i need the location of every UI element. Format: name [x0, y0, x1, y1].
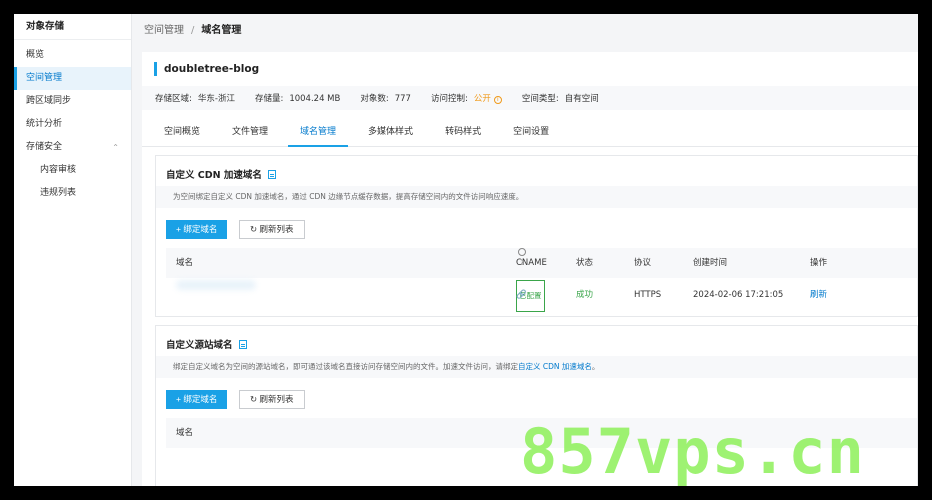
cdn-section-description: 为空间绑定自定义 CDN 加速域名，通过 CDN 边缘节点缓存数据，提高存储空间…	[156, 186, 917, 208]
breadcrumb-parent[interactable]: 空间管理	[144, 25, 184, 36]
bucket-info-bar: 存储区域: 华东-浙江 存储量: 1004.24 MB 对象数: 777 访问控制: 公…	[142, 86, 918, 110]
col-domain: 域名	[176, 258, 194, 268]
created-value: 2024-02-06 17:21:05	[693, 290, 784, 300]
breadcrumb-separator: /	[191, 25, 195, 36]
protocol-value: HTTPS	[634, 290, 662, 300]
col-status: 状态	[576, 258, 594, 268]
link-icon[interactable]: 🔗	[516, 280, 527, 310]
bind-cdn-domain-button[interactable]: + 绑定域名	[166, 220, 228, 239]
refresh-origin-list-button[interactable]: ↻ 刷新列表	[239, 390, 305, 409]
info-count: 对象数: 777	[360, 94, 411, 104]
sidebar-item-overview[interactable]: 概览	[14, 44, 131, 67]
tab-media-styles[interactable]: 多媒体样式	[356, 119, 425, 147]
tab-domain-management[interactable]: 域名管理	[288, 119, 349, 147]
sidebar-item-cross-region-sync[interactable]: 跨区域同步	[14, 90, 131, 113]
origin-section-title: 自定义源站域名	[166, 337, 247, 351]
refresh-icon: ↻	[250, 394, 258, 404]
origin-section-description: 绑定自定义域名为空间的源站域名，即可通过该域名直接访问存储空间内的文件。加速文件…	[156, 356, 917, 378]
sidebar-item-storage-security[interactable]: 存储安全 ⌃	[14, 136, 131, 159]
sidebar-item-content-review[interactable]: 内容审核	[14, 159, 131, 182]
info-region: 存储区域: 华东-浙江	[155, 94, 235, 104]
sidebar: 对象存储 概览 空间管理 跨区域同步 统计分析 存储安全 ⌃ 内容审核 违规列表	[14, 14, 132, 486]
watermark: 857vps.cn	[520, 415, 865, 488]
refresh-link[interactable]: 刷新	[810, 280, 827, 310]
cdn-table-header: 域名 CNAME? 状态 协议 创建时间 操作	[166, 248, 917, 278]
bind-origin-domain-button[interactable]: + 绑定域名	[166, 390, 228, 409]
info-size: 存储量: 1004.24 MB	[254, 94, 341, 104]
help-icon[interactable]: ?	[518, 248, 526, 267]
refresh-icon: ↻	[250, 224, 258, 234]
sidebar-item-statistics[interactable]: 统计分析	[14, 113, 131, 136]
bucket-name: doubletree-blog	[154, 62, 259, 76]
status-value: 成功	[576, 290, 594, 300]
cdn-domain-section: 自定义 CDN 加速域名 为空间绑定自定义 CDN 加速域名，通过 CDN 边缘…	[155, 155, 918, 317]
tab-bucket-settings[interactable]: 空间设置	[501, 119, 561, 147]
table-row: 已配置 🔗 成功 HTTPS 2024-02-06 17:21:05 刷新	[166, 280, 917, 312]
tab-transcode-styles[interactable]: 转码样式	[433, 119, 493, 147]
refresh-cdn-list-button[interactable]: ↻ 刷新列表	[239, 220, 305, 239]
info-access: 访问控制: 公开 i	[431, 92, 502, 104]
chevron-up-icon: ⌃	[112, 143, 119, 152]
col-action: 操作	[810, 258, 828, 268]
breadcrumb-current: 域名管理	[201, 25, 242, 36]
col-domain: 域名	[176, 428, 194, 438]
tab-file-management[interactable]: 文件管理	[220, 119, 280, 147]
cdn-section-title: 自定义 CDN 加速域名	[166, 167, 276, 181]
document-icon[interactable]	[267, 170, 276, 179]
bucket-tabs: 空间概览 文件管理 域名管理 多媒体样式 转码样式 空间设置	[142, 119, 918, 147]
col-protocol: 协议	[634, 258, 652, 268]
sidebar-item-bucket-management[interactable]: 空间管理	[14, 67, 131, 90]
document-icon[interactable]	[238, 340, 247, 349]
cdn-domain-link[interactable]: 自定义 CDN 加速域名	[518, 362, 592, 371]
info-icon[interactable]: i	[493, 96, 502, 104]
sidebar-item-label: 存储安全	[26, 142, 63, 152]
tab-overview[interactable]: 空间概览	[152, 119, 212, 147]
info-type: 空间类型: 自有空间	[521, 94, 599, 104]
sidebar-item-violation-list[interactable]: 违规列表	[14, 182, 131, 205]
sidebar-title: 对象存储	[14, 14, 131, 40]
redacted-domain	[176, 280, 256, 290]
col-created: 创建时间	[693, 258, 728, 268]
breadcrumb: 空间管理 / 域名管理	[132, 14, 918, 48]
